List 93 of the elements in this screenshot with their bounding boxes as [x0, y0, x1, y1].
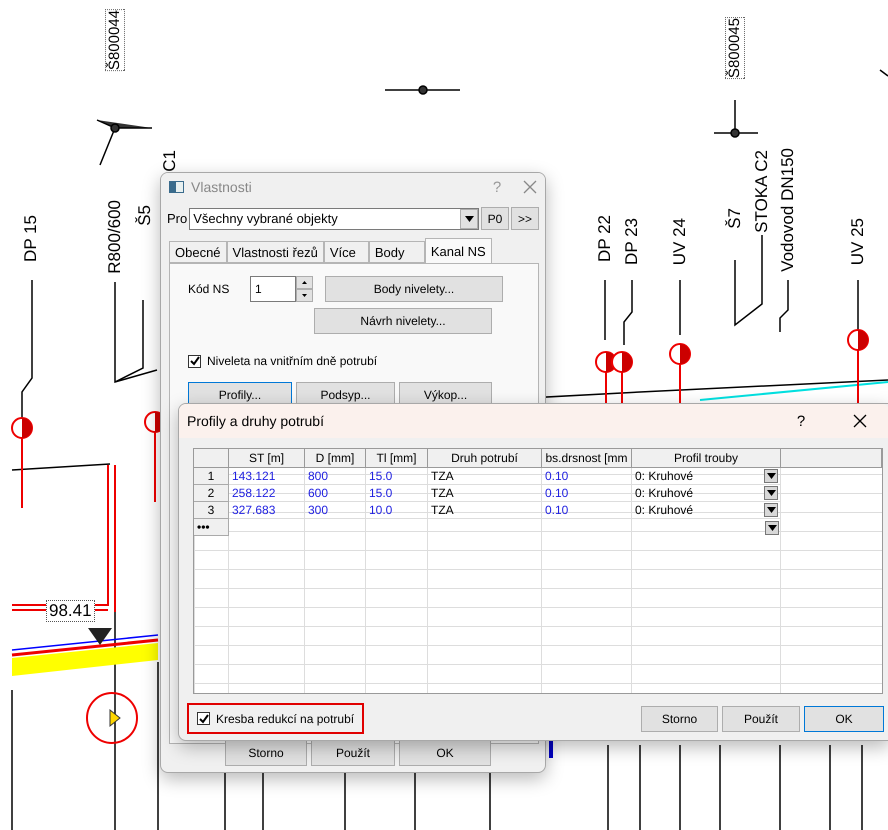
table-cell: 300 [305, 502, 366, 519]
dialog-button[interactable]: Použít [722, 706, 800, 732]
leader-line [779, 280, 789, 332]
tab[interactable]: Body [368, 241, 425, 263]
column-header: Tl [mm] [366, 449, 428, 468]
drawing-label: R800/600 [106, 200, 124, 274]
table-cell: 258.122 [229, 485, 305, 502]
drawing-label: C1 [161, 150, 179, 172]
drawing-label: Š7 [726, 208, 744, 229]
table-cell: 10.0 [366, 502, 428, 519]
level-triangle-icon [88, 628, 112, 645]
drawing-label: DP 22 [596, 215, 614, 262]
table-cell: 0.10 [542, 502, 632, 519]
station-line [344, 770, 346, 830]
code-field[interactable]: 1 [250, 276, 296, 302]
column-header: D [mm] [305, 449, 366, 468]
leader-line [623, 280, 633, 345]
footer-button[interactable]: OK [399, 740, 491, 766]
row-header: 3 [194, 502, 229, 519]
profile-dropdown[interactable]: 0: Kruhové [632, 468, 781, 485]
window-title: Vlastnosti [191, 179, 253, 195]
down-arrow-icon [768, 524, 776, 530]
level-points-button[interactable]: Body nivelety... [325, 276, 503, 302]
table-cell: 143.121 [229, 468, 305, 485]
profile-dropdown[interactable] [765, 520, 779, 534]
tab[interactable]: Vlastnosti řezů [226, 241, 324, 263]
checkbox-label: Niveleta na vnitřním dně potrubí [207, 354, 378, 368]
checkbox-label: Kresba redukcí na potrubí [216, 712, 354, 726]
dialog-button[interactable]: OK [804, 706, 884, 732]
footer-button[interactable]: Použít [311, 740, 395, 766]
down-arrow-icon [464, 216, 474, 222]
leader-line [679, 280, 681, 335]
dialog-button[interactable]: Storno [641, 706, 718, 732]
station-line [224, 770, 226, 830]
table-cell: TZA [428, 485, 542, 502]
new-row-marker: ••• [194, 519, 229, 536]
help-button[interactable]: ? [781, 412, 821, 430]
drawing-label: UV 24 [671, 218, 689, 266]
checkbox[interactable] [197, 712, 210, 725]
table-cell: 327.683 [229, 502, 305, 519]
station-marker [549, 740, 553, 758]
table-cell: 0.10 [542, 485, 632, 502]
drawing-label: UV 25 [849, 218, 867, 266]
profile-dropdown[interactable]: 0: Kruhové [632, 485, 781, 502]
p0-button[interactable]: P0 [481, 207, 509, 230]
table-cell: 15.0 [366, 485, 428, 502]
table-cell: 0.10 [542, 468, 632, 485]
row-header: 2 [194, 485, 229, 502]
checkbox[interactable] [188, 354, 201, 368]
station-line [262, 770, 264, 830]
station-line [489, 770, 491, 830]
leader-line [857, 280, 859, 330]
spin-up-button[interactable] [296, 276, 313, 289]
table-cell: 600 [305, 485, 366, 502]
table-cell: 800 [305, 468, 366, 485]
tab[interactable]: Kanal NS [424, 238, 492, 263]
drawing-label: Š800045 [726, 18, 744, 78]
drawing-label: DP 23 [623, 218, 641, 265]
down-arrow-icon [302, 294, 307, 297]
for-label: Pro [167, 211, 188, 226]
column-header: Profil trouby [632, 449, 781, 468]
drawing-label: STOKA C2 [753, 150, 771, 233]
level-design-button[interactable]: Návrh nivelety... [314, 308, 492, 334]
table-cell: 15.0 [366, 468, 428, 485]
down-arrow-icon [766, 490, 776, 496]
tab[interactable]: Více [324, 241, 369, 263]
column-header: bs.drsnost [mm [542, 449, 632, 468]
down-arrow-icon [766, 507, 776, 513]
drawing-label: Š800044 [106, 10, 124, 70]
code-label: Kód NS [188, 282, 230, 296]
drawing-label: Š5 [136, 205, 154, 226]
drawing-label: Vodovod DN150 [779, 148, 797, 272]
row-header: 1 [194, 468, 229, 485]
station-line [414, 770, 416, 830]
tab[interactable]: Obecné [169, 241, 227, 263]
footer-button[interactable]: Storno [225, 740, 307, 766]
spin-down-button[interactable] [296, 289, 313, 302]
column-header: ST [m] [229, 449, 305, 468]
profile-dropdown[interactable]: 0: Kruhové [632, 502, 781, 519]
object-dropdown[interactable]: Všechny vybrané objekty [189, 208, 479, 230]
window-icon [169, 180, 185, 194]
down-arrow-icon [766, 473, 776, 479]
column-header: Druh potrubí [428, 449, 542, 468]
close-icon[interactable] [853, 414, 867, 428]
table-cell: TZA [428, 502, 542, 519]
drawing-label: DP 15 [22, 215, 40, 262]
up-arrow-icon [302, 281, 307, 284]
circled-marker-icon [86, 692, 138, 744]
level-marker: 98.41 [46, 600, 95, 622]
table-cell: TZA [428, 468, 542, 485]
window-title: Profily a druhy potrubí [187, 413, 325, 429]
more-button[interactable]: >> [511, 207, 539, 230]
leader-line [604, 280, 606, 340]
